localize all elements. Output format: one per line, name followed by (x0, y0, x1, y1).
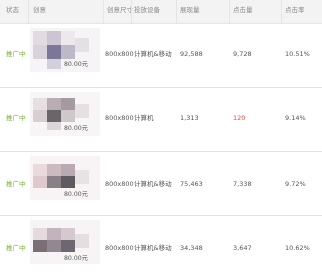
header-device[interactable]: 投放设备 (134, 6, 160, 15)
impressions-value: 1,313 (180, 114, 199, 122)
creative-price: 80.00元 (64, 255, 88, 262)
table-row[interactable]: 推广中 80.00元 800x800 计算机 1,313 120 9.14% (0, 88, 322, 152)
ctr-value: 10.62% (285, 244, 310, 252)
header-ctr[interactable]: 点击率 (285, 6, 305, 15)
header-impressions[interactable]: 展现量 (180, 6, 200, 15)
status-label: 推广中 (6, 244, 26, 252)
device-target: 计算机&移动 (134, 50, 172, 58)
table-header: 状态 创意 创意尺寸 投放设备 展现量 点击量 点击率 (0, 0, 322, 24)
column-divider (176, 0, 177, 23)
clicks-value: 9,728 (233, 50, 252, 58)
ctr-value: 9.14% (285, 114, 306, 122)
header-size[interactable]: 创意尺寸 (107, 6, 133, 15)
clicks-value: 7,338 (233, 180, 252, 188)
creative-size: 800x800 (105, 114, 134, 122)
clicks-value: 120 (233, 114, 246, 122)
status-label: 推广中 (6, 180, 26, 188)
ctr-value: 9.72% (285, 180, 306, 188)
creative-performance-table: 状态 创意 创意尺寸 投放设备 展现量 点击量 点击率 推广中 80.00元 8… (0, 0, 322, 273)
creative-price: 80.00元 (64, 125, 88, 132)
creative-size: 800x800 (105, 50, 134, 58)
creative-size: 800x800 (105, 244, 134, 252)
header-creative[interactable]: 创意 (33, 6, 46, 15)
ctr-value: 10.51% (285, 50, 310, 58)
header-status[interactable]: 状态 (6, 6, 19, 15)
column-divider (281, 0, 282, 23)
status-label: 推广中 (6, 50, 26, 58)
column-divider (131, 0, 132, 23)
table-row[interactable]: 推广中 80.00元 800x800 计算机&移动 34,348 3,647 1… (0, 216, 322, 273)
impressions-value: 34,348 (180, 244, 203, 252)
creative-price: 80.00元 (64, 61, 88, 68)
creative-size: 800x800 (105, 180, 134, 188)
header-clicks[interactable]: 点击量 (233, 6, 253, 15)
device-target: 计算机&移动 (134, 244, 172, 252)
clicks-value: 3,647 (233, 244, 252, 252)
device-target: 计算机&移动 (134, 180, 172, 188)
impressions-value: 75,463 (180, 180, 203, 188)
table-row[interactable]: 推广中 80.00元 800x800 计算机&移动 75,463 7,338 9… (0, 152, 322, 216)
column-divider (28, 0, 29, 23)
column-divider (229, 0, 230, 23)
impressions-value: 92,588 (180, 50, 203, 58)
table-row[interactable]: 推广中 80.00元 800x800 计算机&移动 92,588 9,728 1… (0, 24, 322, 88)
creative-price: 80.00元 (64, 191, 88, 198)
device-target: 计算机 (134, 114, 154, 122)
status-label: 推广中 (6, 114, 26, 122)
